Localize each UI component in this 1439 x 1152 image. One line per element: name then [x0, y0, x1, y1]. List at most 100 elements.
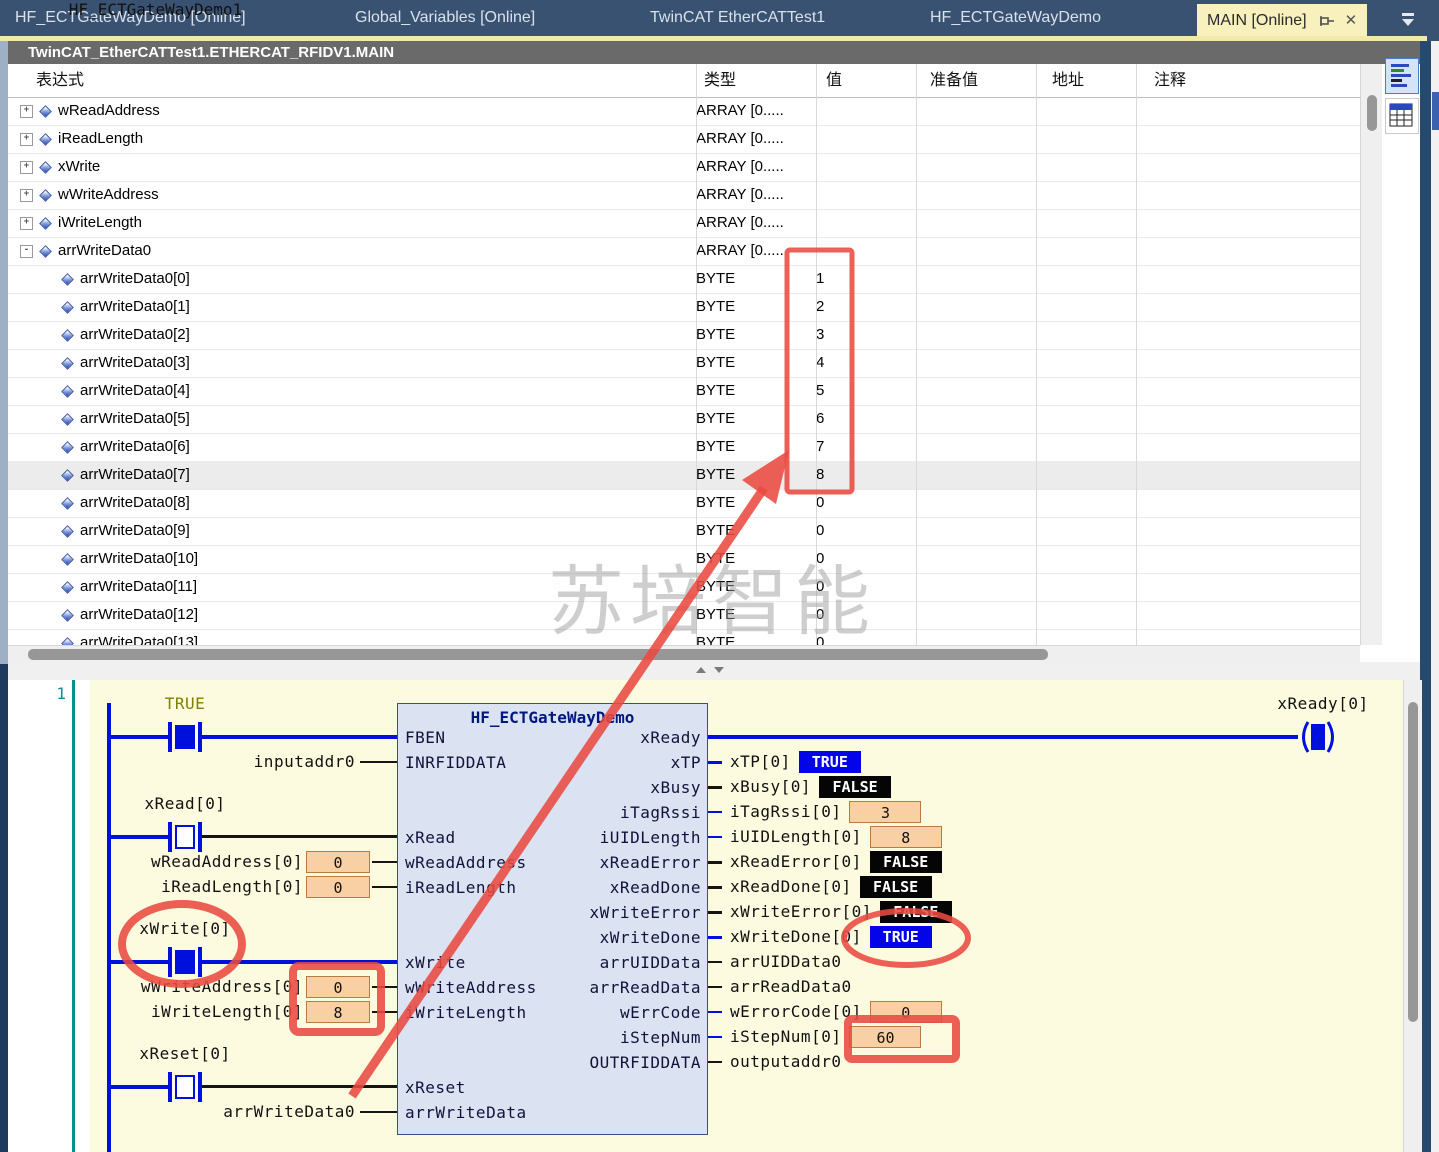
value-box-wReadAddress0[interactable]: 0 [306, 851, 370, 873]
operand-label: arrUIDData0 [730, 951, 841, 973]
table-vscrollbar-thumb[interactable] [1367, 95, 1377, 131]
column-separator [1136, 64, 1137, 645]
column-header-5[interactable]: 地址 [1052, 64, 1084, 97]
operand-label: xWriteError[0] [730, 901, 872, 923]
online-bool-badge[interactable]: FALSE [819, 776, 891, 798]
table-row[interactable]: arrWriteData0[1]BYTE2 [8, 293, 1360, 322]
expander-icon[interactable]: + [20, 133, 33, 146]
pin-wire [708, 811, 722, 813]
table-row[interactable]: arrWriteData0[2]BYTE3 [8, 321, 1360, 350]
watermark-text: 苏培智能 [548, 540, 876, 650]
operand-label: iWriteLength[0] [151, 1001, 303, 1023]
online-value-box[interactable]: 0 [870, 1001, 942, 1023]
operand-label: xReadError[0] [730, 851, 862, 873]
table-vscrollbar[interactable] [1360, 64, 1383, 645]
expander-icon[interactable]: + [20, 105, 33, 118]
column-header-6[interactable]: 注释 [1154, 64, 1186, 97]
value-box-iReadLength0[interactable]: 0 [306, 876, 370, 898]
variable-icon [61, 357, 74, 370]
variable-icon [61, 441, 74, 454]
contact-xWrite0[interactable] [168, 947, 202, 977]
table-row[interactable]: arrWriteData0[7]BYTE8 [8, 461, 1360, 490]
cell-value[interactable]: 0 [816, 489, 824, 517]
output-row-xWriteDone0: xWriteDone[0]TRUE [708, 925, 932, 949]
cell-expression: xWrite [58, 153, 100, 181]
operand-label: wErrorCode[0] [730, 1001, 862, 1023]
pin-wire [708, 786, 722, 789]
pin-label-itagrssi: iTagRssi [620, 802, 701, 824]
expander-icon[interactable]: + [20, 161, 33, 174]
column-header-3[interactable]: 值 [826, 64, 842, 97]
table-row[interactable]: +wReadAddressARRAY [0..... [8, 97, 1360, 126]
contact-xReset0[interactable] [168, 1072, 202, 1102]
column-header-4[interactable]: 准备值 [930, 64, 978, 97]
coil-xready[interactable] [1296, 720, 1340, 754]
expander-icon[interactable]: - [20, 245, 33, 258]
output-row-xWriteError0: xWriteError[0] FALSE [708, 900, 952, 924]
cell-value[interactable]: 8 [816, 461, 824, 489]
expander-icon[interactable]: + [20, 189, 33, 202]
table-row[interactable]: arrWriteData0[6]BYTE7 [8, 433, 1360, 462]
cell-type: ARRAY [0..... [696, 209, 784, 237]
table-row[interactable]: +iReadLengthARRAY [0..... [8, 125, 1360, 154]
table-hscrollbar-thumb[interactable] [28, 649, 1048, 660]
table-row[interactable]: +xWriteARRAY [0..... [8, 153, 1360, 182]
table-row[interactable]: -arrWriteData0ARRAY [0..... [8, 237, 1360, 266]
cell-value[interactable]: 4 [816, 349, 824, 377]
online-bool-badge[interactable]: TRUE [799, 751, 861, 773]
cell-value[interactable]: 3 [816, 321, 824, 349]
output-row-iUIDLength0: iUIDLength[0]8 [708, 825, 942, 849]
cell-expression: arrWriteData0[12] [80, 601, 198, 629]
contact-TRUE[interactable] [168, 722, 202, 752]
online-bool-badge[interactable]: FALSE [880, 901, 952, 923]
table-row[interactable]: arrWriteData0[3]BYTE4 [8, 349, 1360, 378]
pin-label-ireadlength: iReadLength [405, 877, 516, 899]
table-row[interactable]: arrWriteData0[5]BYTE6 [8, 405, 1360, 434]
table-row[interactable]: arrWriteData0[8]BYTE0 [8, 489, 1360, 518]
online-value-box[interactable]: 8 [870, 826, 942, 848]
cell-value[interactable]: 5 [816, 377, 824, 405]
cell-value[interactable]: 1 [816, 265, 824, 293]
online-bool-badge[interactable]: TRUE [870, 926, 932, 948]
value-box-iWriteLength0[interactable]: 8 [306, 1001, 370, 1023]
cell-value[interactable]: 2 [816, 293, 824, 321]
fb-block[interactable]: HF_ECTGateWayDemoFBENINRFIDDATAxReadwRea… [397, 703, 708, 1135]
online-value-box[interactable]: 60 [849, 1026, 921, 1048]
cell-value[interactable]: 7 [816, 433, 824, 461]
output-row-xBusy0: xBusy[0]FALSE [708, 775, 891, 799]
network-line-number: 1 [56, 684, 66, 703]
online-bool-badge[interactable]: FALSE [870, 851, 942, 873]
table-row[interactable]: +iWriteLengthARRAY [0..... [8, 209, 1360, 238]
cell-expression: arrWriteData0[0] [80, 265, 190, 293]
pin-label-wreadaddress: wReadAddress [405, 852, 527, 874]
pin-label-werrcode: wErrCode [620, 1002, 701, 1024]
fbd-vscrollbar-thumb[interactable] [1408, 702, 1418, 1022]
view-grid-button[interactable] [1385, 98, 1419, 134]
online-bool-badge[interactable]: FALSE [860, 876, 932, 898]
operand-label: xTP[0] [730, 751, 791, 773]
table-row[interactable]: arrWriteData0[4]BYTE5 [8, 377, 1360, 406]
fbd-vscrollbar[interactable] [1403, 680, 1422, 1152]
fb-instance-name: HF_ECTGateWayDemo1 [0, 0, 311, 19]
operand-label: wReadAddress[0] [151, 851, 303, 873]
fb-block-title: HF_ECTGateWayDemo [398, 708, 707, 727]
column-header-2[interactable]: 类型 [704, 64, 736, 97]
rung-wire [111, 835, 168, 839]
column-header-1[interactable]: 表达式 [36, 64, 84, 97]
table-row[interactable]: arrWriteData0[0]BYTE1 [8, 265, 1360, 294]
cell-value[interactable]: 6 [816, 405, 824, 433]
pin-label-xtp: xTP [671, 752, 701, 774]
pin-label-arrreaddata: arrReadData [590, 977, 701, 999]
operand-label: iReadLength[0] [161, 876, 303, 898]
variable-icon [61, 273, 74, 286]
view-sorted-list-button[interactable] [1385, 58, 1419, 94]
variable-icon [61, 329, 74, 342]
gutter-margin [75, 680, 90, 1152]
expander-icon[interactable]: + [20, 217, 33, 230]
cell-expression: arrWriteData0[2] [80, 321, 190, 349]
online-value-box[interactable]: 3 [849, 801, 921, 823]
pane-splitter[interactable] [8, 662, 1420, 681]
value-box-wWriteAddress0[interactable]: 0 [306, 976, 370, 998]
contact-xRead0[interactable] [168, 822, 202, 852]
table-row[interactable]: +wWriteAddressARRAY [0..... [8, 181, 1360, 210]
